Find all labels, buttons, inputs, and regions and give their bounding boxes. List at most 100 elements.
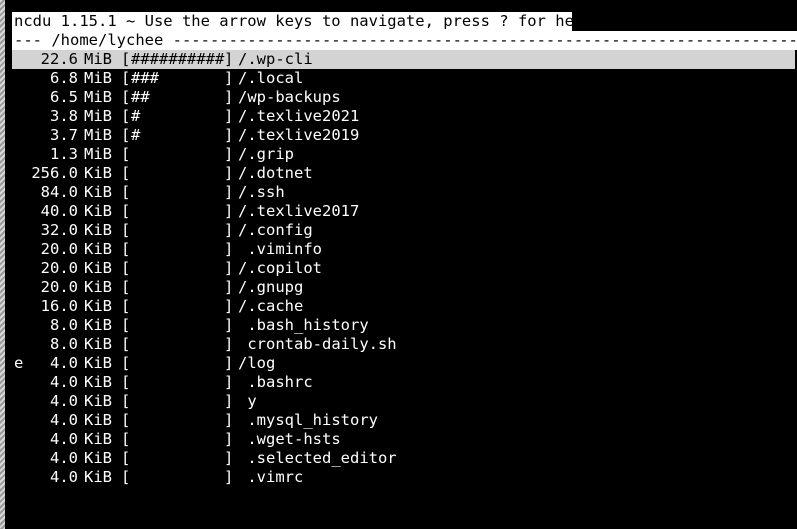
current-path-bar: --- /home/lychee -----------------------… (12, 31, 797, 50)
entry-size: 6.8 (50, 69, 78, 87)
usage-bar-close: ] (224, 430, 234, 448)
file-list-item[interactable]: 84.0 KiB []/.ssh (12, 183, 795, 202)
file-list-item[interactable]: 8.0 KiB [] crontab-daily.sh (12, 335, 795, 354)
usage-bar-open: [ (121, 430, 131, 448)
usage-bar-open: [ (121, 316, 131, 334)
entry-size: 16.0 (40, 297, 78, 315)
entry-size-unit: MiB (84, 126, 112, 144)
usage-bar-open: [ (121, 259, 131, 277)
usage-bar-graph: ### (131, 69, 159, 87)
usage-bar-close: ] (224, 354, 234, 372)
file-list-item[interactable]: 3.7 MiB [#]/.texlive2019 (12, 126, 795, 145)
usage-bar-close: ] (224, 50, 234, 68)
file-list-item[interactable]: e 4.0 KiB[]/log (12, 354, 795, 373)
file-list-item[interactable]: 6.8 MiB [###]/.local (12, 69, 795, 88)
entry-name: /.wp-cli (238, 50, 313, 68)
entry-size: 4.0 (50, 449, 78, 467)
entry-name: /.grip (238, 145, 294, 163)
file-list-item[interactable]: 4.0 KiB [] .mysql_history (12, 411, 795, 430)
entry-name: .vimrc (238, 468, 304, 486)
file-list-item[interactable]: 40.0 KiB []/.texlive2017 (12, 202, 795, 221)
entry-size-unit: KiB (84, 259, 112, 277)
entry-size-unit: KiB (84, 240, 112, 258)
ncdu-title-bar: ncdu 1.15.1 ~ Use the arrow keys to navi… (12, 12, 572, 31)
usage-bar-close: ] (224, 449, 234, 467)
file-list-item[interactable]: 4.0 KiB [] .bashrc (12, 373, 795, 392)
usage-bar-open: [ (121, 240, 131, 258)
usage-bar-open: [ (121, 297, 131, 315)
usage-bar-open: [ (121, 88, 131, 106)
file-list-item[interactable]: 16.0 KiB []/.cache (12, 297, 795, 316)
entry-size: 8.0 (50, 335, 78, 353)
usage-bar-close: ] (224, 88, 234, 106)
entry-size-unit: KiB (84, 468, 112, 486)
entry-name: .viminfo (238, 240, 322, 258)
entry-size-unit: KiB (84, 411, 112, 429)
entry-name: crontab-daily.sh (238, 335, 397, 353)
entry-name: /.dotnet (238, 164, 313, 182)
file-list-item[interactable]: 8.0 KiB [] .bash_history (12, 316, 795, 335)
file-list-item[interactable]: 20.0 KiB []/.copilot (12, 259, 795, 278)
entry-name: /wp-backups (238, 88, 341, 106)
usage-bar-close: ] (224, 278, 234, 296)
entry-size-unit: KiB (84, 164, 112, 182)
entry-size: 20.0 (40, 278, 78, 296)
entry-size-unit: KiB (84, 278, 112, 296)
usage-bar-close: ] (224, 221, 234, 239)
entry-size-unit: KiB (84, 221, 112, 239)
entry-size-unit: KiB (84, 392, 112, 410)
entry-name: /.gnupg (238, 278, 304, 296)
usage-bar-close: ] (224, 373, 234, 391)
usage-bar-open: [ (121, 354, 131, 372)
entry-size-unit: KiB (84, 335, 112, 353)
entry-size-unit: KiB (84, 430, 112, 448)
usage-bar-close: ] (224, 259, 234, 277)
usage-bar-close: ] (224, 183, 234, 201)
entry-size: 4.0 (50, 468, 78, 486)
entry-name: /.copilot (238, 259, 322, 277)
file-list-item[interactable]: 4.0 KiB [] y (12, 392, 795, 411)
usage-bar-graph: ## (131, 88, 150, 106)
entry-size: 20.0 (40, 259, 78, 277)
file-list-item[interactable]: 32.0 KiB []/.config (12, 221, 795, 240)
usage-bar-open: [ (121, 164, 131, 182)
usage-bar-open: [ (121, 145, 131, 163)
entry-size: 4.0 (50, 373, 78, 391)
usage-bar-close: ] (224, 240, 234, 258)
entry-size-unit: KiB (84, 354, 112, 372)
entry-size-unit: KiB (84, 202, 112, 220)
usage-bar-close: ] (224, 411, 234, 429)
title-text: ncdu 1.15.1 ~ Use the arrow keys to navi… (14, 12, 500, 30)
entry-size-unit: MiB (84, 145, 112, 163)
file-list-item[interactable]: 20.0 KiB [] .viminfo (12, 240, 795, 259)
usage-bar-close: ] (224, 126, 234, 144)
file-list-item[interactable]: 256.0 KiB []/.dotnet (12, 164, 795, 183)
entry-size: 4.0 (50, 411, 78, 429)
entry-size-unit: KiB (84, 297, 112, 315)
usage-bar-open: [ (121, 107, 131, 125)
file-list-item[interactable]: 4.0 KiB [] .selected_editor (12, 449, 795, 468)
usage-bar-open: [ (121, 468, 131, 486)
entry-size: 4.0 (50, 430, 78, 448)
entry-size: 40.0 (40, 202, 78, 220)
file-list-item[interactable]: 3.8 MiB [#]/.texlive2021 (12, 107, 795, 126)
usage-bar-open: [ (121, 50, 131, 68)
file-list-item[interactable]: 4.0 KiB [] .wget-hsts (12, 430, 795, 449)
terminal-window[interactable]: ncdu 1.15.1 ~ Use the arrow keys to navi… (0, 0, 797, 529)
usage-bar-open: [ (121, 126, 131, 144)
entry-name: .selected_editor (238, 449, 397, 467)
file-list-item-selected[interactable]: 22.6 MiB [##########]/.wp-cli (12, 50, 795, 69)
usage-bar-open: [ (121, 449, 131, 467)
entry-name: /.texlive2019 (238, 126, 360, 144)
window-edge-strip (0, 0, 5, 529)
usage-bar-close: ] (224, 107, 234, 125)
file-list-item[interactable]: 20.0 KiB []/.gnupg (12, 278, 795, 297)
usage-bar-close: ] (224, 468, 234, 486)
entry-name: /log (238, 354, 276, 372)
usage-bar-open: [ (121, 221, 131, 239)
usage-bar-close: ] (224, 69, 234, 87)
entry-name: /.cache (238, 297, 304, 315)
file-list-item[interactable]: 4.0 KiB [] .vimrc (12, 468, 795, 487)
file-list-item[interactable]: 6.5 MiB [##]/wp-backups (12, 88, 795, 107)
file-list-item[interactable]: 1.3 MiB []/.grip (12, 145, 795, 164)
